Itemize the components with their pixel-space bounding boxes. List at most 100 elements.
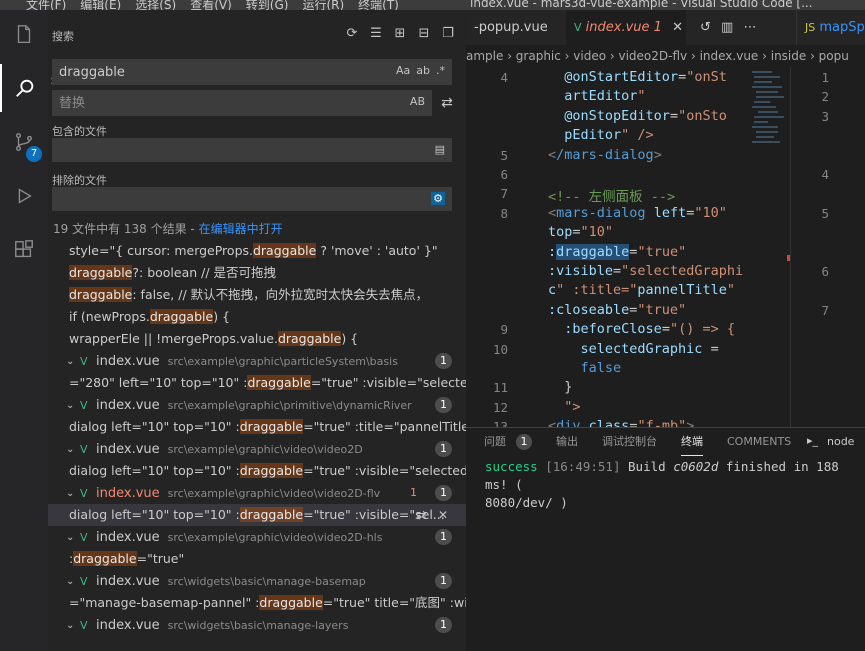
tab-terminal[interactable]: 终端: [681, 428, 703, 456]
menu-terminal[interactable]: 终端(T): [358, 0, 399, 10]
result-file-name: index.vue: [96, 485, 160, 501]
result-file-name: index.vue: [96, 397, 160, 413]
use-regex-toggle[interactable]: .*: [436, 64, 445, 77]
replace-all-icon[interactable]: ⇄: [438, 94, 456, 112]
chevron-down-icon[interactable]: ⌄: [66, 532, 80, 543]
modified-count: 1: [410, 486, 417, 499]
view-as-tree-icon[interactable]: ❐: [440, 26, 456, 42]
menu-bar: 文件(F) 编辑(E) 选择(S) 查看(V) 转到(G) 运行(R) 终端(T): [26, 0, 413, 10]
replace-input[interactable]: [53, 91, 431, 115]
match-case-toggle[interactable]: Aa: [396, 64, 410, 77]
result-file[interactable]: ⌄ Vindex.vue src\example\graphic\primitive…: [48, 394, 466, 416]
result-line[interactable]: wrapperEle || !mergeProps.value.draggabl…: [48, 328, 466, 350]
code-line: false: [548, 360, 622, 376]
tab-debug-console[interactable]: 调试控制台: [602, 428, 657, 456]
tab-index-vue-label: index.vue 1: [585, 20, 662, 35]
result-line-prefix: wrapperEle || !mergeProps.value.: [69, 331, 278, 346]
minimap-graphic: [752, 71, 790, 261]
clear-results-icon[interactable]: ☰: [368, 26, 384, 42]
refresh-icon[interactable]: ⟳: [344, 26, 360, 42]
code-text: top="10": [548, 224, 614, 241]
code-line: </mars-dialog>: [548, 147, 662, 163]
preserve-case-toggle[interactable]: AB: [410, 95, 425, 108]
include-files-input[interactable]: [53, 139, 451, 163]
tab-index-vue[interactable]: V index.vue 1 ✕: [566, 10, 686, 45]
chevron-down-icon[interactable]: ⌄: [66, 400, 80, 411]
result-line[interactable]: dialog left="10" top="10" :draggable="tr…: [48, 504, 466, 526]
search-header-label: 搜索: [52, 30, 74, 43]
chevron-down-icon[interactable]: ⌄: [66, 444, 80, 455]
terminal-output[interactable]: success [16:49:51] Build c0602d finished…: [485, 458, 860, 512]
terminal-node-label[interactable]: node: [827, 428, 854, 456]
result-line[interactable]: draggable?: boolean // 是否可拖拽: [48, 262, 466, 284]
minimap[interactable]: [752, 67, 790, 427]
result-line[interactable]: dialog left="10" top="10" :draggable="tr…: [48, 460, 466, 482]
new-search-editor-icon[interactable]: ⊞: [392, 26, 408, 42]
menu-run[interactable]: 运行(R): [302, 0, 344, 10]
breadcrumb-path[interactable]: ample › graphic › video › video2D-flv › …: [466, 49, 849, 63]
run-debug-icon[interactable]: [0, 172, 48, 220]
menu-view[interactable]: 查看(V): [190, 0, 232, 10]
result-line[interactable]: if (newProps.draggable) {: [48, 306, 466, 328]
result-file[interactable]: ⌄ Vindex.vue src\example\graphic\video\vid…: [48, 482, 466, 504]
include-files-label: 包含的文件: [52, 125, 107, 138]
result-file[interactable]: ⌄ Vindex.vue src\widgets\basic\manage-laye…: [48, 614, 466, 636]
extensions-icon[interactable]: [0, 226, 48, 274]
result-file-path: src\widgets\basic\manage-layers: [167, 618, 349, 632]
split-line-number: 4: [821, 167, 829, 182]
code-area[interactable]: @onStartEditor="onSt artEditor" @onStopE…: [548, 67, 746, 427]
explorer-icon[interactable]: [0, 10, 48, 58]
tab-comments[interactable]: COMMENTS: [727, 428, 791, 456]
result-line-prefix: if (newProps.: [69, 309, 150, 324]
replace-icon[interactable]: ⇄: [416, 508, 426, 522]
search-input[interactable]: [53, 60, 451, 84]
split-editor-icon[interactable]: ▥: [721, 20, 733, 35]
result-file[interactable]: ⌄ Vindex.vue src\widgets\basic\manage-base…: [48, 570, 466, 592]
code-text: c" :title="pannelTitle": [548, 282, 735, 299]
result-file-path: src\example\graphic\video\video2D-hls: [167, 530, 383, 544]
result-line[interactable]: draggable: false, // 默认不拖拽，向外拉宽时太快会失去焦点，: [48, 284, 466, 306]
more-actions-icon[interactable]: ⋯: [743, 20, 756, 35]
result-line[interactable]: ="manage-basemap-pannel" :draggable="tru…: [48, 592, 466, 614]
chevron-down-icon[interactable]: ⌄: [66, 576, 80, 587]
result-file[interactable]: ⌄ Vindex.vue src\example\graphic\video\vid…: [48, 526, 466, 548]
match-whole-word-toggle[interactable]: ab: [416, 64, 430, 77]
result-line[interactable]: dialog left="10" top="10" :draggable="tr…: [48, 416, 466, 438]
menu-edit[interactable]: 编辑(E): [80, 0, 121, 10]
tab-problems[interactable]: 问题: [484, 428, 506, 456]
menu-file[interactable]: 文件(F): [26, 0, 66, 10]
result-line[interactable]: ="280" left="10" top="10" :draggable="tr…: [48, 372, 466, 394]
editor-tabs: -popup.vue V index.vue 1 ✕ ↺ ▥ ⋯ JS mapS…: [466, 10, 865, 45]
chevron-down-icon[interactable]: ⌄: [66, 356, 80, 367]
search-open-editors-icon[interactable]: ▤: [435, 143, 445, 156]
split-line-number: 2: [821, 89, 829, 105]
line-numbers: 45678910111213: [466, 67, 540, 434]
collapse-all-icon[interactable]: ⊟: [416, 26, 432, 42]
terminal-profile-icon[interactable]: ▸_: [807, 434, 818, 447]
timeline-icon[interactable]: ↺: [700, 20, 711, 35]
result-file[interactable]: ⌄ Vindex.vue src\example\graphic\particleS…: [48, 350, 466, 372]
use-exclude-settings-icon[interactable]: ⚙: [431, 192, 445, 205]
line-number: 5: [500, 147, 508, 163]
chevron-down-icon[interactable]: ⌄: [66, 488, 80, 499]
tab-popup-vue[interactable]: -popup.vue: [466, 10, 566, 45]
menu-go[interactable]: 转到(G): [246, 0, 289, 10]
open-in-editor-link[interactable]: 在编辑器中打开: [199, 222, 283, 236]
search-icon[interactable]: [0, 64, 48, 112]
tab-output[interactable]: 输出: [556, 428, 578, 456]
dismiss-icon[interactable]: ✕: [438, 508, 448, 522]
result-actions: ⇄ ✕: [416, 504, 448, 526]
tab-mapsplit[interactable]: JS mapSplit: [796, 10, 865, 45]
result-line[interactable]: style="{ cursor: mergeProps.draggable ? …: [48, 240, 466, 262]
result-line[interactable]: :draggable="true": [48, 548, 466, 570]
split-editor-pane[interactable]: 1 2 3 4 5 6 7: [790, 67, 865, 427]
menu-selection[interactable]: 选择(S): [135, 0, 176, 10]
close-tab-icon[interactable]: ✕: [672, 20, 683, 35]
code-line: :visible="selectedGraphi: [548, 263, 743, 279]
search-field: Aa ab .*: [52, 59, 452, 85]
result-file[interactable]: ⌄ Vindex.vue src\example\graphic\video\vid…: [48, 438, 466, 460]
exclude-files-input[interactable]: [53, 188, 451, 212]
vue-file-icon: V: [80, 574, 88, 588]
source-control-icon[interactable]: 7: [0, 118, 48, 166]
chevron-down-icon[interactable]: ⌄: [66, 620, 80, 631]
